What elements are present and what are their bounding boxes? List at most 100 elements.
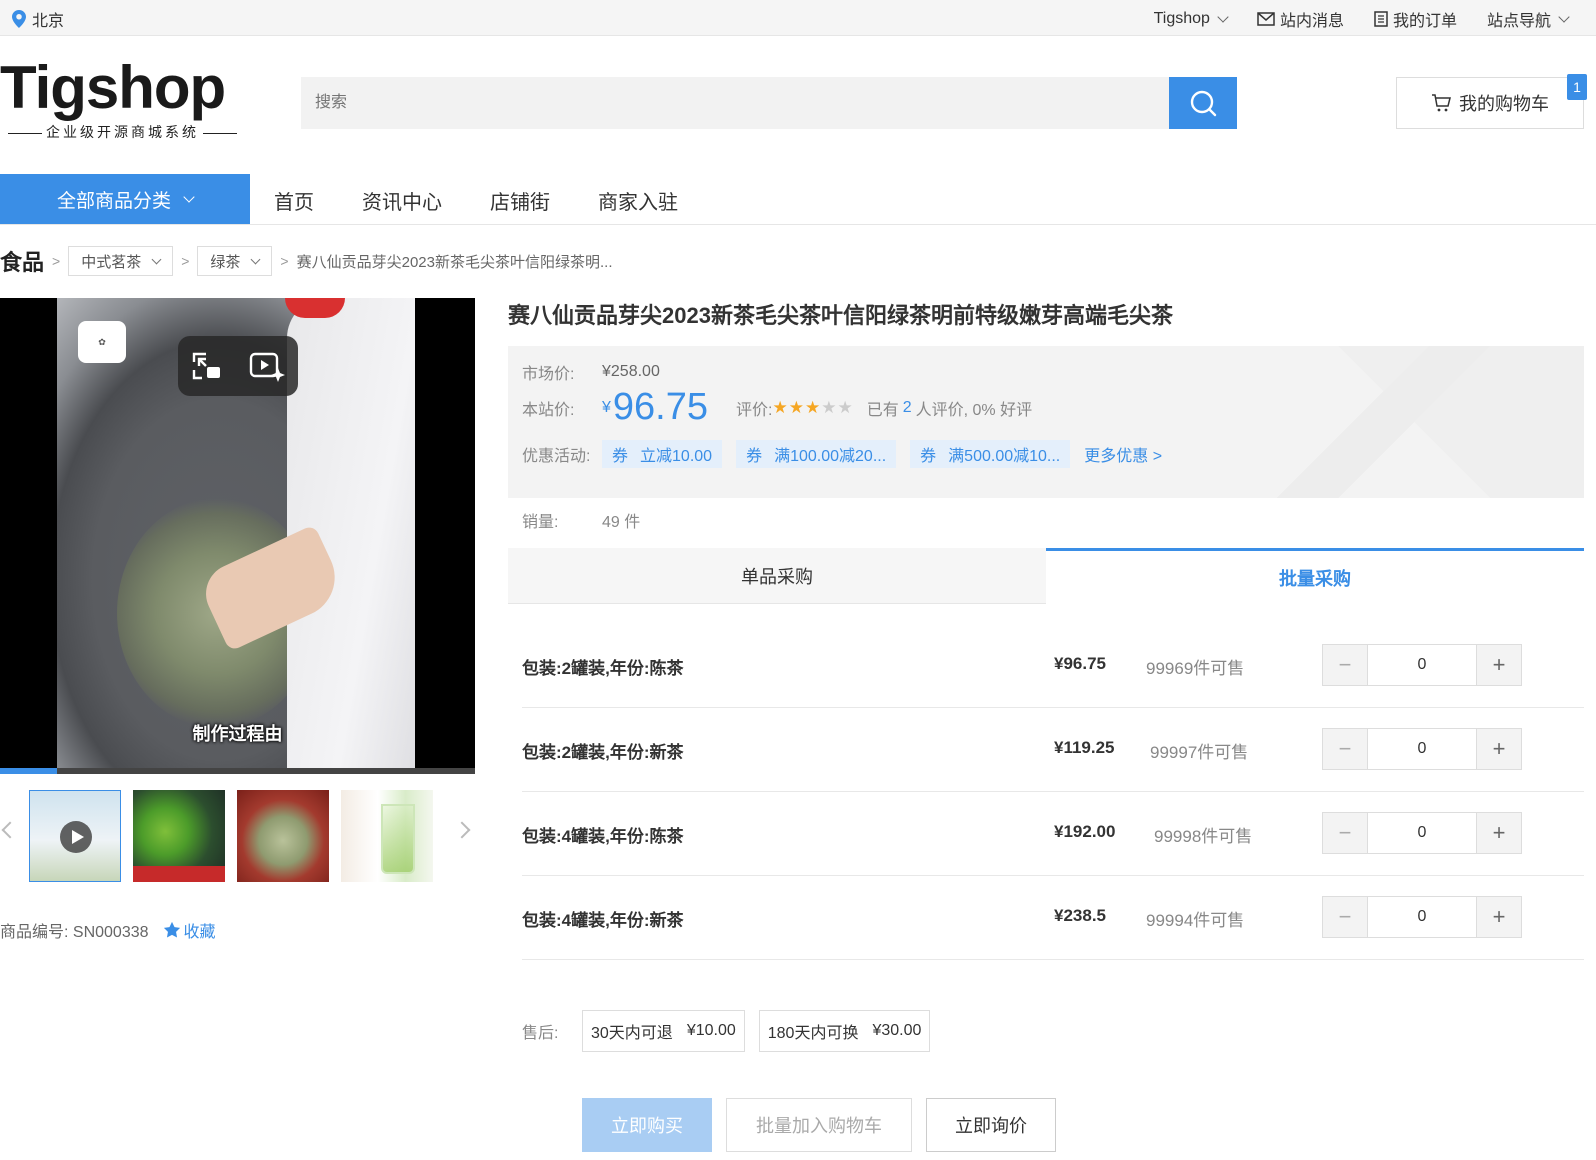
search-button[interactable] — [1169, 77, 1237, 129]
quantity-input[interactable] — [1367, 897, 1477, 937]
breadcrumb-level2-select[interactable]: 绿茶 — [197, 246, 273, 276]
quantity-plus-button[interactable]: + — [1477, 897, 1521, 937]
tab-batch-purchase[interactable]: 批量采购 — [1046, 548, 1584, 604]
breadcrumb: 食品 > 中式茗茶 > 绿茶 > 赛八仙贡品芽尖2023新茶毛尖茶叶信阳绿茶明.… — [0, 245, 612, 277]
current-price: 96.75 — [612, 386, 708, 428]
thumb-prev-arrow-icon[interactable] — [1, 821, 19, 839]
variant-row: 包装:2罐装,年份:新茶 ¥119.25 99997件可售 − + — [522, 708, 1584, 792]
video-progress-bar[interactable] — [0, 768, 475, 774]
after-sales-option-exchange[interactable]: 180天内可换 ¥30.00 — [758, 1010, 931, 1052]
quantity-input[interactable] — [1367, 729, 1477, 769]
topbar-messages-link[interactable]: 站内消息 — [1257, 7, 1344, 31]
breadcrumb-level1-label: 中式茗茶 — [81, 253, 142, 271]
nav-shops[interactable]: 店铺街 — [490, 186, 550, 215]
variant-price: ¥119.25 — [1054, 738, 1115, 757]
thumb-next-arrow-icon[interactable] — [453, 821, 471, 839]
sales-label: 销量: — [522, 514, 559, 531]
quantity-plus-button[interactable]: + — [1477, 813, 1521, 853]
quantity-minus-button[interactable]: − — [1323, 645, 1367, 685]
tab-single-purchase[interactable]: 单品采购 — [508, 548, 1046, 604]
breadcrumb-root[interactable]: 食品 — [0, 245, 44, 277]
after-sales-option-name: 30天内可退 — [591, 1025, 673, 1042]
quantity-plus-button[interactable]: + — [1477, 645, 1521, 685]
topbar-tigshop-menu[interactable]: Tigshop — [1153, 10, 1229, 28]
cart-label: 我的购物车 — [1459, 94, 1549, 114]
video-progress-fill — [0, 768, 57, 774]
star-empty-icon: ★ — [837, 397, 853, 417]
cart-icon — [1432, 94, 1451, 112]
reviews-count-link[interactable]: 2 — [903, 399, 912, 417]
market-price-row: 市场价: ¥258.00 — [522, 360, 660, 384]
nav-news[interactable]: 资讯中心 — [362, 186, 442, 215]
search-icon — [1190, 90, 1217, 117]
batch-add-to-cart-button[interactable]: 批量加入购物车 — [726, 1098, 912, 1152]
variant-stock: 99998件可售 — [1154, 827, 1253, 846]
top-bar: 北京 Tigshop 站内消息 我的订单 站点导航 — [0, 0, 1596, 36]
coupon-3[interactable]: 券满500.00减10... — [910, 440, 1071, 468]
product-sn-group: 商品编号: SN000338 — [0, 918, 149, 942]
quantity-minus-button[interactable]: − — [1323, 897, 1367, 937]
nav-merchant-join[interactable]: 商家入驻 — [598, 186, 678, 215]
thumbnail-banner — [133, 866, 225, 882]
search-bar — [301, 77, 1237, 129]
thumbnail-image-2[interactable] — [133, 790, 225, 882]
after-sales-option-return[interactable]: 30天内可退 ¥10.00 — [582, 1010, 745, 1052]
all-categories-button[interactable]: 全部商品分类 — [0, 174, 250, 224]
location-selector[interactable]: 北京 — [12, 7, 64, 31]
star-empty-icon: ★ — [821, 397, 837, 417]
search-input[interactable] — [301, 77, 1169, 129]
star-filled-icon: ★ — [804, 397, 821, 417]
variant-price: ¥238.5 — [1054, 906, 1106, 925]
thumbnail-image-3[interactable] — [237, 790, 329, 882]
reviews-prefix: 已有 — [866, 401, 899, 419]
sales-count: 49 件 — [602, 514, 641, 531]
market-price-label: 市场价: — [522, 366, 575, 383]
variant-list: 包装:2罐装,年份:陈茶 ¥96.75 99969件可售 − + 包装:2罐装,… — [522, 624, 1584, 960]
chevron-down-icon — [1217, 11, 1229, 23]
quantity-input[interactable] — [1367, 813, 1477, 853]
thumbnail-video[interactable] — [29, 790, 121, 882]
coupon-tag: 券 — [612, 448, 629, 465]
star-filled-icon: ★ — [772, 397, 788, 417]
order-list-icon — [1374, 11, 1388, 27]
breadcrumb-level1-select[interactable]: 中式茗茶 — [68, 246, 174, 276]
site-logo[interactable]: Tigshop 企业级开源商城系统 — [0, 52, 250, 148]
after-sales-label: 售后: — [522, 1025, 559, 1042]
favorite-button[interactable]: 收藏 — [163, 918, 216, 942]
quantity-plus-button[interactable]: + — [1477, 729, 1521, 769]
topbar-orders-link[interactable]: 我的订单 — [1374, 7, 1457, 31]
variant-spec: 包装:2罐装,年份:陈茶 — [522, 659, 684, 678]
promotions-label: 优惠活动: — [522, 448, 591, 465]
coupon-1[interactable]: 券立减10.00 — [602, 440, 723, 468]
video-magic-icon[interactable] — [249, 350, 285, 382]
buy-now-button[interactable]: 立即购买 — [582, 1098, 712, 1152]
main-nav: 全部商品分类 首页 资讯中心 店铺街 商家入驻 — [0, 174, 1596, 225]
topbar-orders-label: 我的订单 — [1392, 13, 1457, 30]
video-brand-logo: ✿ — [78, 321, 126, 363]
breadcrumb-separator-icon: > — [52, 253, 61, 269]
picture-in-picture-icon[interactable] — [191, 350, 223, 382]
coupon-3-label: 满500.00减10... — [948, 448, 1061, 465]
more-promotions-link[interactable]: 更多优惠 > — [1084, 442, 1162, 466]
action-buttons: 立即购买 批量加入购物车 立即询价 — [582, 1098, 1056, 1152]
cart-button[interactable]: 我的购物车 1 — [1396, 74, 1587, 129]
product-video-player[interactable]: ✿ 制作过程由 — [0, 298, 475, 774]
product-sn-label: 商品编号: — [0, 924, 69, 941]
topbar-tigshop-label: Tigshop — [1153, 10, 1210, 27]
coupon-2[interactable]: 券满100.00减20... — [736, 440, 897, 468]
thumbnail-image-4[interactable] — [341, 790, 433, 882]
topbar-site-nav-menu[interactable]: 站点导航 — [1486, 7, 1570, 31]
quantity-minus-button[interactable]: − — [1323, 813, 1367, 853]
quantity-input[interactable] — [1367, 645, 1477, 685]
breadcrumb-current: 赛八仙贡品芽尖2023新茶毛尖茶叶信阳绿茶明... — [296, 253, 613, 271]
cart-count-badge: 1 — [1567, 74, 1587, 100]
variant-row: 包装:4罐装,年份:新茶 ¥238.5 99994件可售 − + — [522, 876, 1584, 960]
inquiry-button[interactable]: 立即询价 — [926, 1098, 1056, 1152]
favorite-label: 收藏 — [183, 924, 216, 941]
quantity-minus-button[interactable]: − — [1323, 729, 1367, 769]
nav-home[interactable]: 首页 — [274, 186, 314, 215]
reviews-suffix: 人评价, 0% 好评 — [915, 401, 1033, 419]
topbar-messages-label: 站内消息 — [1279, 13, 1344, 30]
variant-stock: 99994件可售 — [1146, 911, 1245, 930]
topbar-site-nav-label: 站点导航 — [1486, 13, 1551, 30]
